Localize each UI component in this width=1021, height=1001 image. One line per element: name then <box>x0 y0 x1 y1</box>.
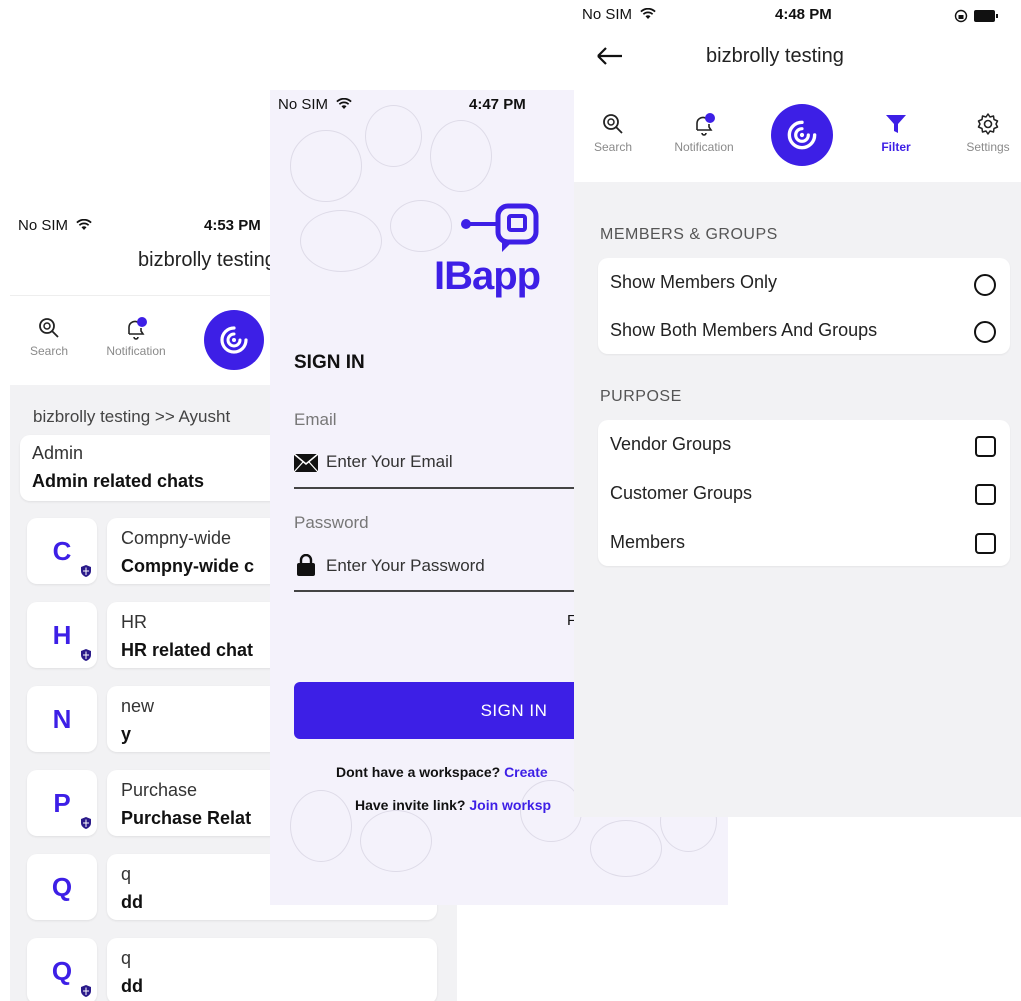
back-arrow-icon[interactable] <box>596 46 624 66</box>
search-icon <box>39 318 59 338</box>
checkbox[interactable] <box>975 484 996 505</box>
password-label: Password <box>294 513 369 532</box>
search-icon <box>603 114 623 134</box>
chat-avatar: Q <box>27 854 97 920</box>
wifi-icon <box>76 218 92 230</box>
status-carrier: No SIM <box>278 96 352 113</box>
nav-search-label: Search <box>593 140 633 154</box>
chat-title: HR <box>121 612 147 632</box>
chat-title: new <box>121 696 155 716</box>
nav-notification[interactable]: Notification <box>94 316 178 358</box>
members-groups-card: Show Members Only Show Both Members And … <box>598 258 1010 354</box>
join-workspace-link[interactable]: Join worksp <box>469 797 551 813</box>
nav-search[interactable]: Search <box>24 316 74 358</box>
chat-title: q <box>121 864 132 884</box>
top-bar: No SIM 4:48 PM bizbrolly testing <box>574 0 1021 100</box>
status-carrier: No SIM <box>582 6 656 23</box>
wifi-icon <box>336 97 352 109</box>
gear-icon <box>977 113 999 135</box>
shield-icon <box>81 649 91 661</box>
chat-title: q <box>121 948 132 968</box>
filter-screen: No SIM 4:48 PM bizbrolly testing Search … <box>574 0 1021 817</box>
password-placeholder: Enter Your Password <box>326 556 485 575</box>
join-workspace-row: Have invite link? Join worksp <box>355 797 551 813</box>
create-workspace-link[interactable]: Create <box>504 764 548 780</box>
status-carrier: No SIM <box>18 217 92 234</box>
envelope-icon <box>294 454 318 472</box>
logo-text: IBapp <box>434 254 541 298</box>
breadcrumb: bizbrolly testing >> Ayusht <box>33 407 231 426</box>
bell-icon <box>128 317 147 340</box>
admin-subtitle: Admin related chats <box>32 471 205 491</box>
nav-notification-label: Notification <box>106 344 166 358</box>
chat-bubble-logo-icon <box>461 203 539 252</box>
chat-avatar: C <box>27 518 97 584</box>
chat-avatar: P <box>27 770 97 836</box>
nav-filter[interactable]: Filter <box>871 112 921 154</box>
option-label: Vendor Groups <box>610 434 732 454</box>
nav-notification-label: Notification <box>674 140 734 154</box>
chat-avatar: N <box>27 686 97 752</box>
members-groups-title: MEMBERS & GROUPS <box>600 226 778 243</box>
bell-icon <box>696 113 715 136</box>
chat-subtitle: Compny-wide c <box>121 556 255 576</box>
filter-icon <box>886 115 906 133</box>
nav-notification[interactable]: Notification <box>662 112 746 154</box>
chat-title: Compny-wide <box>121 528 232 548</box>
chat-subtitle: dd <box>121 892 143 912</box>
chat-subtitle: y <box>121 724 132 744</box>
app-logo: IBapp <box>430 200 570 310</box>
nav-settings-label: Settings <box>966 140 1010 154</box>
header-title: bizbrolly testing <box>706 45 844 67</box>
nav-search-label: Search <box>29 344 69 358</box>
orientation-lock-icon <box>954 9 968 23</box>
option-label: Members <box>610 532 686 552</box>
option-label: Customer Groups <box>610 483 753 503</box>
checkbox[interactable] <box>975 436 996 457</box>
email-label: Email <box>294 410 337 429</box>
status-time: 4:47 PM <box>469 96 526 113</box>
chat-title: Purchase <box>121 780 198 800</box>
create-workspace-row: Dont have a workspace? Create <box>336 764 548 780</box>
app-logo-icon <box>220 326 248 354</box>
purpose-title: PURPOSE <box>600 388 682 405</box>
header-title: bizbrolly testing <box>138 249 276 271</box>
app-logo-icon <box>787 120 817 150</box>
admin-title: Admin <box>32 443 84 463</box>
nav-search[interactable]: Search <box>588 112 638 154</box>
nav-filter-label: Filter <box>881 140 911 154</box>
status-time: 4:48 PM <box>775 6 832 23</box>
chat-avatar: H <box>27 602 97 668</box>
no-workspace-text: Dont have a workspace? <box>336 764 501 780</box>
signin-heading: SIGN IN <box>294 352 365 373</box>
email-placeholder: Enter Your Email <box>326 452 453 471</box>
chat-subtitle: dd <box>121 976 143 996</box>
battery-icon <box>974 10 998 22</box>
chat-subtitle: HR related chat <box>121 640 254 660</box>
app-home-button[interactable] <box>771 104 833 166</box>
chat-subtitle: Purchase Relat <box>121 808 252 828</box>
status-time: 4:53 PM <box>204 217 261 234</box>
lock-icon <box>297 554 315 576</box>
option-label: Show Members Only <box>610 272 778 292</box>
wifi-icon <box>640 7 656 19</box>
checkbox[interactable] <box>975 533 996 554</box>
shield-icon <box>81 817 91 829</box>
invite-text: Have invite link? <box>355 797 466 813</box>
nav-settings[interactable]: Settings <box>958 112 1018 154</box>
app-home-button[interactable] <box>204 310 264 370</box>
shield-icon <box>81 565 91 577</box>
radio-button[interactable] <box>974 321 996 343</box>
shield-icon <box>81 985 91 997</box>
purpose-card: Vendor Groups Customer Groups Members <box>598 420 1010 566</box>
nav-bar: Search Notification Filter Settings <box>574 100 1021 182</box>
chat-avatar: Q <box>27 938 97 1001</box>
option-label: Show Both Members And Groups <box>610 320 878 340</box>
chat-card[interactable]: q dd <box>107 938 437 1001</box>
radio-button[interactable] <box>974 274 996 296</box>
